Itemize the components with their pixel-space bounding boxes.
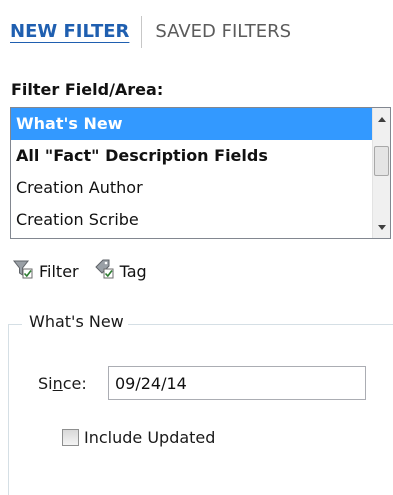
include-updated-row[interactable]: Include Updated: [62, 428, 215, 447]
since-label-suffix: ce:: [62, 373, 87, 393]
since-label-accelerator: n: [52, 373, 63, 393]
filter-tabs: NEW FILTER SAVED FILTERS: [10, 14, 291, 50]
group-title: What's New: [29, 312, 124, 331]
listbox-scrollbar[interactable]: [372, 108, 390, 238]
tab-new-filter[interactable]: NEW FILTER: [10, 21, 129, 43]
group-border-top: [128, 324, 393, 325]
scroll-down-button[interactable]: [373, 218, 390, 236]
filter-field-listbox[interactable]: What's New All "Fact" Description Fields…: [10, 107, 391, 239]
list-item-creation-scribe[interactable]: Creation Scribe: [11, 204, 372, 236]
since-date-input[interactable]: [108, 366, 366, 400]
list-item-all-fact-description-fields[interactable]: All "Fact" Description Fields: [11, 140, 372, 172]
since-label-prefix: Si: [38, 373, 53, 393]
filter-panel: NEW FILTER SAVED FILTERS Filter Field/Ar…: [0, 0, 393, 495]
tab-saved-filters[interactable]: SAVED FILTERS: [155, 21, 291, 43]
tag-button[interactable]: Tag: [93, 258, 147, 284]
filter-toolbar: Filter Tag: [12, 258, 161, 284]
list-item-whats-new[interactable]: What's New: [11, 108, 372, 140]
list-item-creation-author[interactable]: Creation Author: [11, 172, 372, 204]
tag-button-label: Tag: [119, 261, 147, 281]
arrow-up-icon: [377, 116, 386, 122]
filter-button-label: Filter: [39, 261, 79, 281]
include-updated-label[interactable]: Include Updated: [84, 428, 215, 447]
filter-field-label: Filter Field/Area:: [11, 80, 164, 99]
since-row: Since:: [38, 366, 366, 400]
tab-separator: [141, 16, 143, 48]
tag-icon: [93, 258, 115, 284]
include-updated-checkbox[interactable]: [62, 429, 79, 446]
scrollbar-thumb[interactable]: [374, 146, 389, 176]
group-border-left: [8, 324, 9, 495]
group-border-top: [8, 324, 22, 325]
filter-icon: [12, 258, 34, 284]
filter-button[interactable]: Filter: [12, 258, 79, 284]
arrow-down-icon: [377, 224, 386, 230]
scroll-up-button[interactable]: [373, 110, 390, 128]
since-label: Since:: [38, 374, 108, 393]
filter-field-items: What's New All "Fact" Description Fields…: [11, 108, 372, 238]
